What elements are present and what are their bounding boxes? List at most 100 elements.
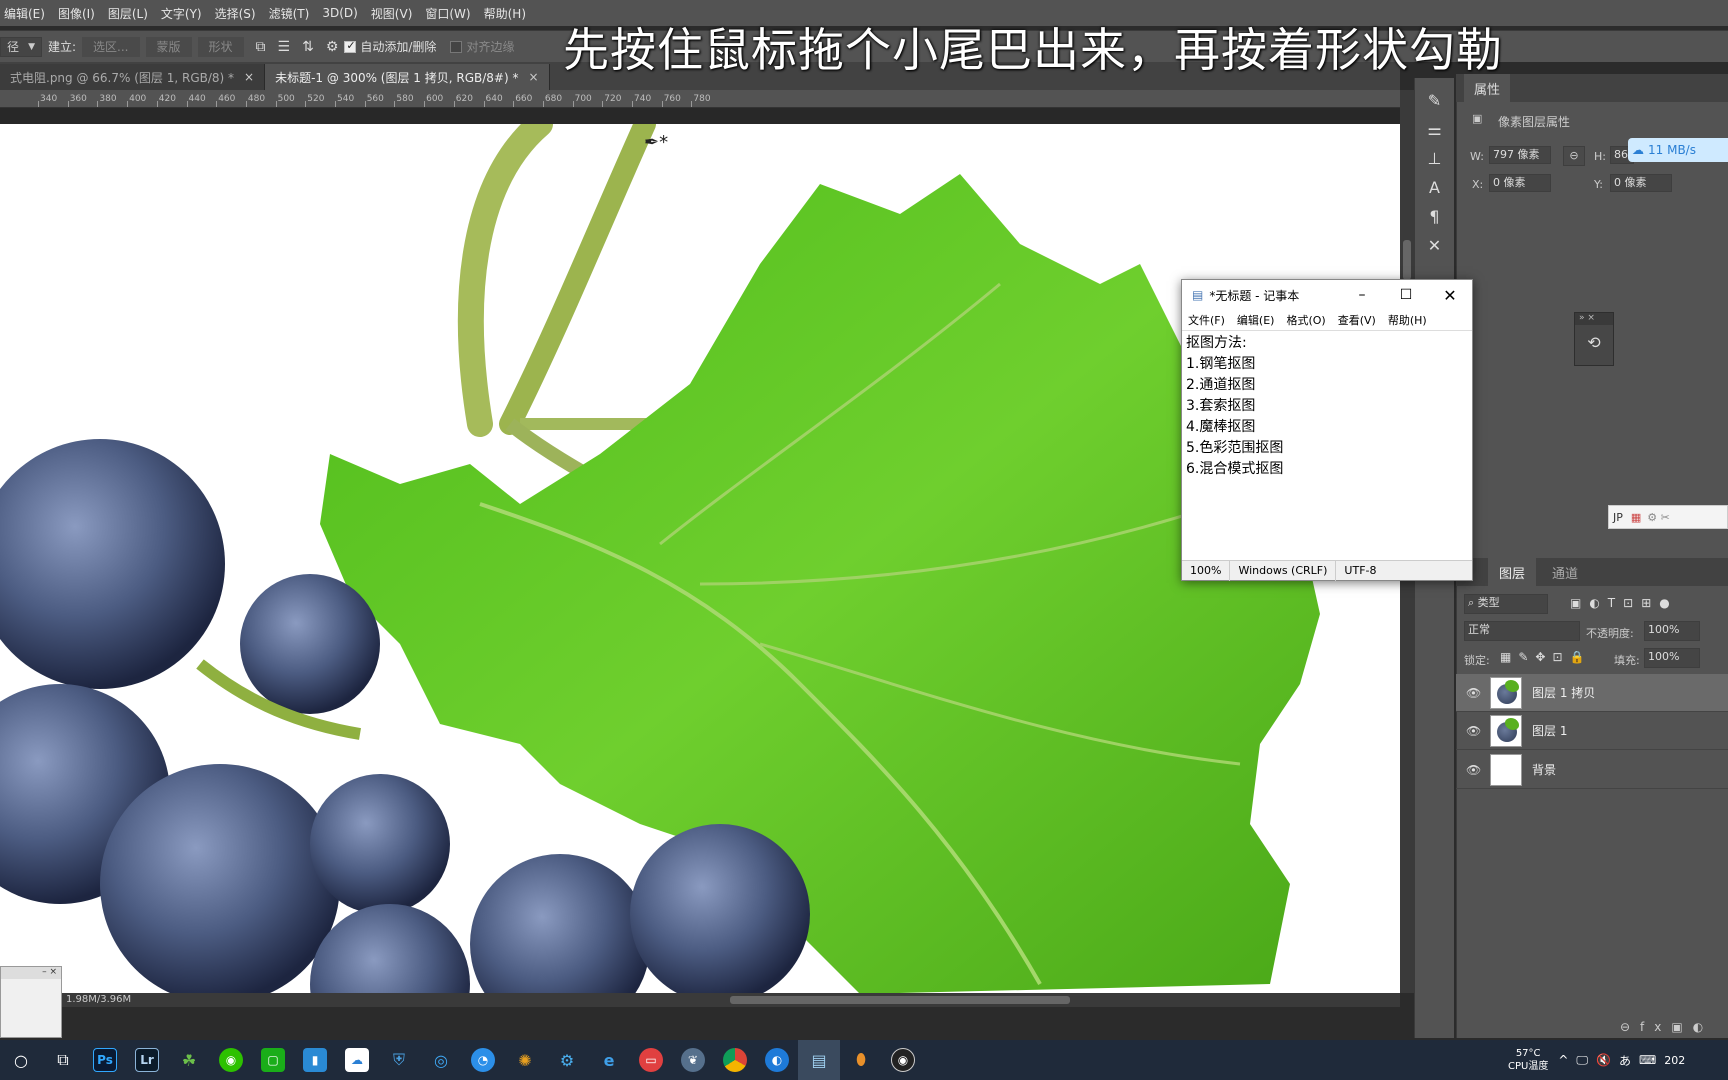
taskbar-notepad[interactable]: ▤ bbox=[798, 1040, 840, 1080]
selection-button[interactable]: 选区... bbox=[82, 36, 140, 57]
taskbar-app-blue[interactable]: ◔ bbox=[462, 1040, 504, 1080]
vertical-scroll-thumb[interactable] bbox=[1403, 240, 1411, 280]
shape-button[interactable]: 形状 bbox=[197, 36, 244, 57]
ime-indicator[interactable]: あ bbox=[1619, 1052, 1631, 1069]
cpu-temp-widget[interactable]: 57°C CPU温度 bbox=[1508, 1047, 1548, 1073]
keyboard-icon[interactable]: ⌨ bbox=[1639, 1053, 1656, 1067]
taskbar-gears[interactable]: ⚙ bbox=[546, 1040, 588, 1080]
opacity-field[interactable]: 100% bbox=[1644, 621, 1700, 641]
np-menu-help[interactable]: 帮助(H) bbox=[1388, 312, 1427, 328]
taskbar-obs[interactable]: ◉ bbox=[882, 1040, 924, 1080]
width-field[interactable]: 797 像素 bbox=[1489, 146, 1551, 164]
tools-icon[interactable]: ✕ bbox=[1428, 236, 1441, 255]
gear-icon[interactable]: ⚙ bbox=[326, 39, 339, 55]
np-menu-view[interactable]: 查看(V) bbox=[1338, 312, 1376, 328]
close-icon[interactable]: ✕ bbox=[1428, 286, 1472, 305]
task-view-icon[interactable]: ⧉ bbox=[42, 1040, 84, 1080]
ime-toolbar[interactable]: JP ▦ ⚙ ✂ bbox=[1608, 505, 1728, 529]
layer-row-background[interactable]: 👁 背景 bbox=[1456, 751, 1728, 789]
small-window-controls[interactable]: – × bbox=[1, 967, 61, 979]
np-menu-file[interactable]: 文件(F) bbox=[1188, 312, 1225, 328]
eye-icon[interactable]: 👁 bbox=[1466, 686, 1486, 700]
character-icon[interactable]: A bbox=[1429, 178, 1440, 197]
fill-field[interactable]: 100% bbox=[1644, 648, 1700, 668]
close-icon[interactable]: × bbox=[244, 70, 254, 84]
taskbar-shield[interactable]: ⛨ bbox=[378, 1040, 420, 1080]
start-search-icon[interactable]: ○ bbox=[0, 1040, 42, 1080]
ime-logo-icon[interactable]: JP bbox=[1613, 511, 1623, 524]
np-menu-format[interactable]: 格式(O) bbox=[1286, 312, 1325, 328]
tab-layers[interactable]: 图层 bbox=[1488, 558, 1536, 586]
path-arrangement-icon[interactable]: ⇅ bbox=[302, 39, 314, 55]
taskbar-photoshop[interactable]: Ps bbox=[84, 1040, 126, 1080]
taskbar-edge-blue[interactable]: ◐ bbox=[756, 1040, 798, 1080]
align-edges-checkbox[interactable] bbox=[450, 40, 463, 53]
tab-untitled-doc[interactable]: 未标题-1 @ 300% (图层 1 拷贝, RGB/8#) * × bbox=[265, 64, 550, 90]
menu-type[interactable]: 文字(Y) bbox=[161, 5, 202, 22]
path-operations-icon[interactable]: ⧉ bbox=[256, 39, 266, 55]
layer-filter-select[interactable]: ⌕ 类型 bbox=[1464, 594, 1548, 614]
taskbar-feather[interactable]: ❦ bbox=[672, 1040, 714, 1080]
taskbar-colorwheel[interactable]: ✺ bbox=[504, 1040, 546, 1080]
tab-properties[interactable]: 属性 bbox=[1464, 74, 1510, 102]
link-icon[interactable]: ⊖ bbox=[1563, 146, 1585, 166]
ime-tool-icon[interactable]: ▦ bbox=[1631, 511, 1641, 524]
path-mode-select[interactable]: 径 ▼ bbox=[0, 36, 42, 57]
menu-3d[interactable]: 3D(D) bbox=[322, 6, 357, 20]
taskbar-edge[interactable]: e bbox=[588, 1040, 630, 1080]
path-alignment-icon[interactable]: ☰ bbox=[278, 39, 291, 55]
menu-filter[interactable]: 滤镜(T) bbox=[269, 5, 310, 22]
tab-channels[interactable]: 通道 bbox=[1542, 558, 1588, 586]
chevron-up-icon[interactable]: ^ bbox=[1558, 1053, 1568, 1067]
menu-view[interactable]: 视图(V) bbox=[371, 5, 413, 22]
collapsed-panel[interactable]: » × ⟲ bbox=[1574, 312, 1614, 366]
horizontal-scroll-thumb[interactable] bbox=[730, 996, 1070, 1004]
taskbar-browser[interactable]: ◎ bbox=[420, 1040, 462, 1080]
taskbar-wechat[interactable]: ◉ bbox=[210, 1040, 252, 1080]
y-field[interactable]: 0 像素 bbox=[1610, 174, 1672, 192]
network-icon[interactable]: 🖵 bbox=[1576, 1053, 1588, 1068]
menu-edit[interactable]: 编辑(E) bbox=[4, 5, 45, 22]
notepad-titlebar[interactable]: ▤ *无标题 - 记事本 – ☐ ✕ bbox=[1182, 280, 1472, 310]
brush-icon[interactable]: ✎ bbox=[1428, 91, 1441, 110]
close-icon[interactable]: × bbox=[528, 70, 538, 84]
layer-row-copy[interactable]: 👁 图层 1 拷贝 bbox=[1456, 674, 1728, 712]
paragraph-icon[interactable]: ¶ bbox=[1429, 207, 1439, 226]
taskbar-clover[interactable]: ☘ bbox=[168, 1040, 210, 1080]
np-menu-edit[interactable]: 编辑(E) bbox=[1237, 312, 1275, 328]
auto-add-checkbox[interactable] bbox=[344, 39, 357, 53]
ime-settings-icon[interactable]: ⚙ ✂ bbox=[1647, 511, 1670, 524]
taskbar-lightroom[interactable]: Lr bbox=[126, 1040, 168, 1080]
menu-layer[interactable]: 图层(L) bbox=[108, 5, 148, 22]
blend-mode-select[interactable]: 正常 bbox=[1464, 621, 1580, 641]
taskbar-notes[interactable]: ▮ bbox=[294, 1040, 336, 1080]
sliders-icon[interactable]: ⚌ bbox=[1427, 120, 1441, 139]
taskbar-baidu[interactable]: ☁ bbox=[336, 1040, 378, 1080]
history-icon[interactable]: ⟲ bbox=[1575, 333, 1613, 352]
notepad-text-area[interactable]: 抠图方法: 1.钢笔抠图 2.通道抠图 3.套索抠图 4.魔棒抠图 5.色彩范围… bbox=[1182, 330, 1472, 556]
lock-icons[interactable]: ▦✎✥⊡🔒 bbox=[1500, 650, 1591, 664]
volume-muted-icon[interactable]: 🔇 bbox=[1596, 1053, 1611, 1067]
menu-help[interactable]: 帮助(H) bbox=[484, 5, 526, 22]
menu-window[interactable]: 窗口(W) bbox=[425, 5, 470, 22]
horizontal-ruler[interactable]: 340 360 380 400 420 440 460 480 500 520 540 560 580 6… bbox=[0, 90, 1400, 108]
menu-image[interactable]: 图像(I) bbox=[58, 5, 95, 22]
layer-row-layer1[interactable]: 👁 图层 1 bbox=[1456, 712, 1728, 750]
taskbar-messages[interactable]: ▢ bbox=[252, 1040, 294, 1080]
layer-actions-icons[interactable]: ⊖fx▣◐ bbox=[1620, 1020, 1713, 1034]
stamp-icon[interactable]: ⊥ bbox=[1428, 149, 1442, 168]
collapse-arrows-icon[interactable]: » × bbox=[1575, 313, 1613, 325]
tab-resistor-doc[interactable]: 式电阻.png @ 66.7% (图层 1, RGB/8) * × bbox=[0, 64, 266, 90]
eye-icon[interactable]: 👁 bbox=[1466, 763, 1486, 777]
menu-select[interactable]: 选择(S) bbox=[215, 5, 256, 22]
x-field[interactable]: 0 像素 bbox=[1489, 174, 1551, 192]
clock-date[interactable]: 202 bbox=[1664, 1054, 1685, 1067]
taskbar-acorn[interactable]: ⬮ bbox=[840, 1040, 882, 1080]
mask-button[interactable]: 蒙版 bbox=[145, 36, 192, 57]
small-window[interactable]: – × bbox=[0, 966, 62, 1038]
maximize-icon[interactable]: ☐ bbox=[1384, 287, 1428, 303]
minimize-icon[interactable]: – bbox=[1340, 287, 1384, 303]
eye-icon[interactable]: 👁 bbox=[1466, 724, 1486, 738]
layer-filter-icons[interactable]: ▣◐T⊡⊞● bbox=[1570, 596, 1678, 610]
taskbar-red-app[interactable]: ▭ bbox=[630, 1040, 672, 1080]
